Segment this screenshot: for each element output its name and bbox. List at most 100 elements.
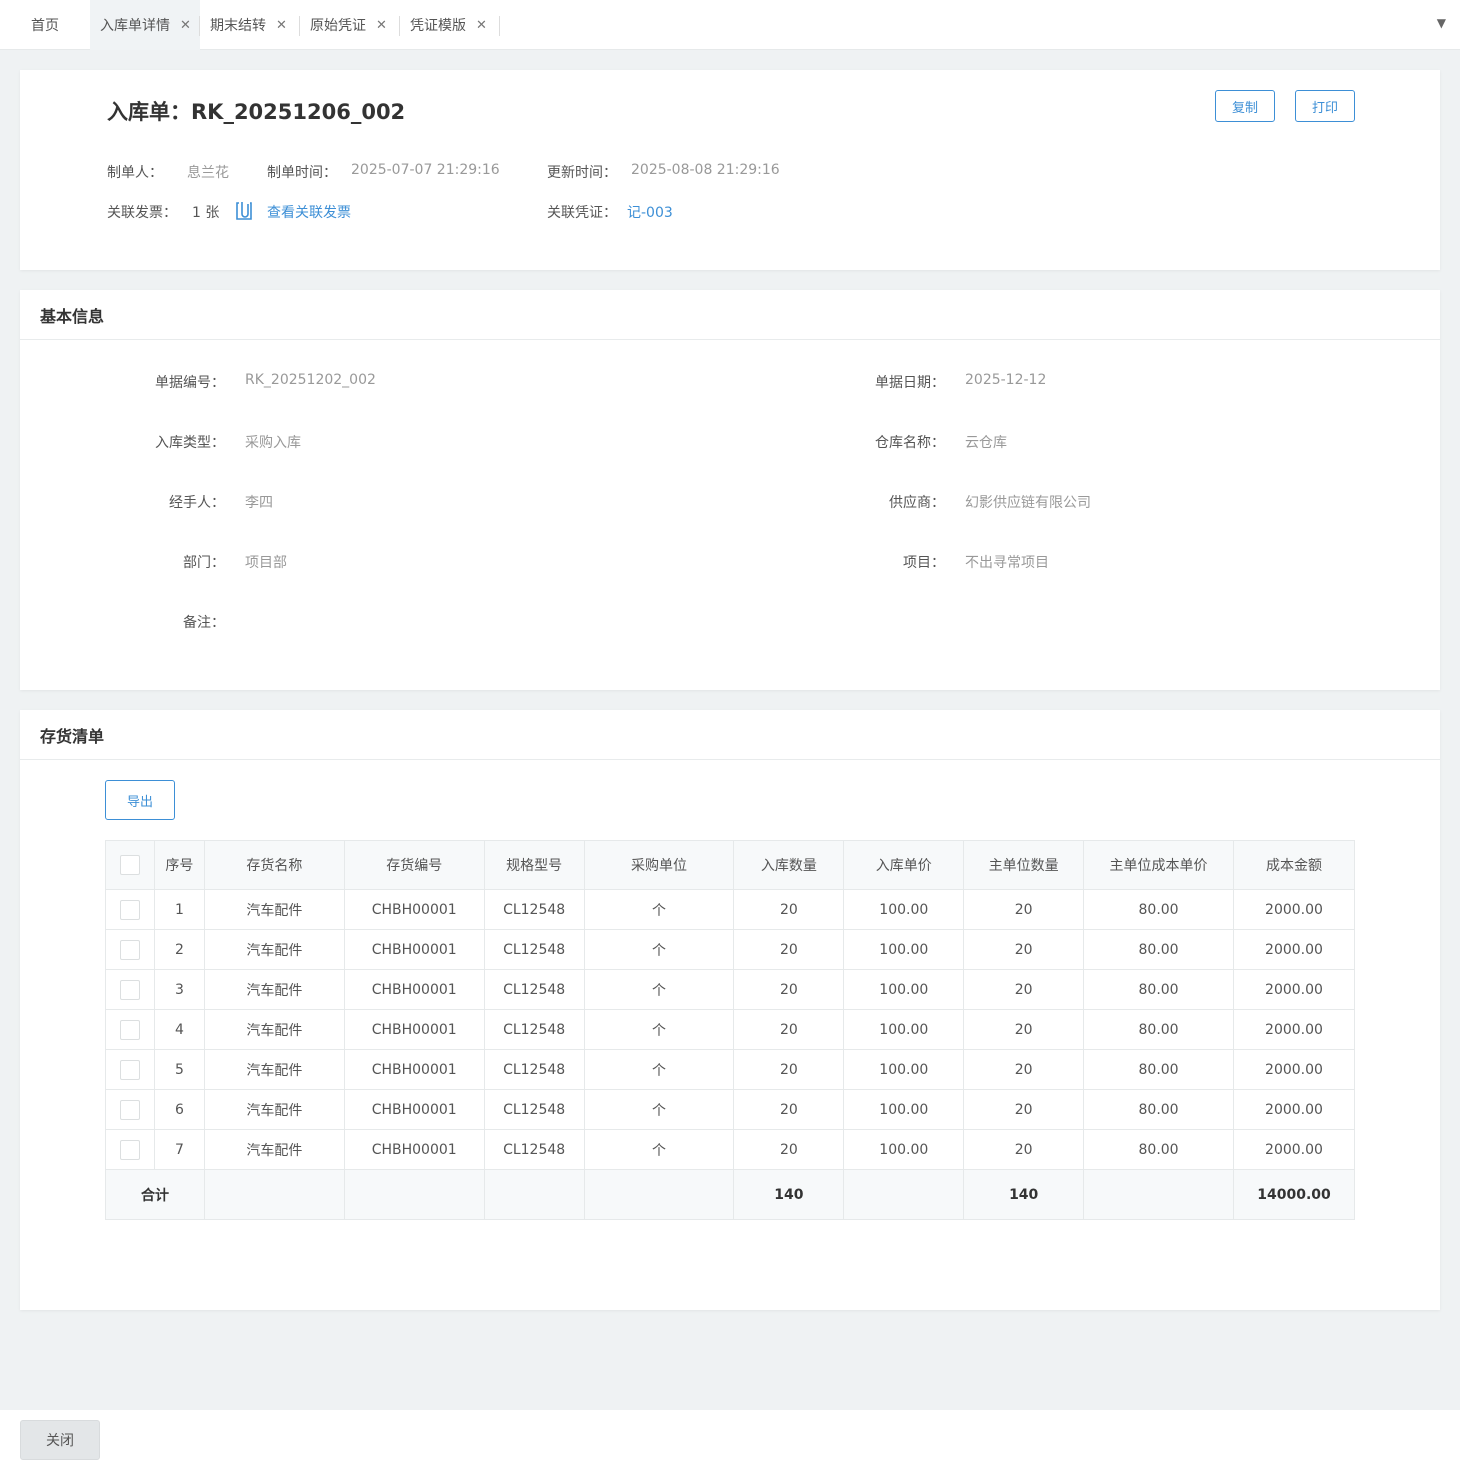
table-cell: 2000.00 [1232,1049,1356,1090]
table-cell: 2000.00 [1232,1089,1356,1130]
table-cell: CL12548 [483,1129,585,1170]
row-select-cell[interactable] [105,1089,155,1130]
row-select-cell[interactable] [105,1129,155,1170]
row-select-cell[interactable] [105,1009,155,1050]
table-row[interactable]: 3 汽车配件 CHBH00001 CL12548 个 20 100.00 20 80.00 200… [105,969,1356,1010]
project-label: 项目： [903,555,945,571]
row-select-cell[interactable] [105,1049,155,1090]
row-select-cell[interactable] [105,889,155,930]
tab-label: 原始凭证 [310,18,366,34]
updated-time-value: 2025-08-08 21:29:16 [631,162,780,178]
table-row[interactable]: 7 汽车配件 CHBH00001 CL12548 个 20 100.00 20 80.00 200… [105,1129,1356,1170]
total-in-qty: 140 [733,1169,845,1220]
table-cell: 20 [963,889,1085,930]
table-cell [343,1169,485,1220]
tab-label: 首页 [31,18,59,34]
tab-label: 凭证模版 [410,18,466,34]
footer-bar: 关闭 [0,1410,1460,1470]
print-button[interactable]: 打印 [1295,90,1355,122]
row-select-cell[interactable] [105,929,155,970]
table-cell: CHBH00001 [343,1129,485,1170]
table-row[interactable]: 1 汽车配件 CHBH00001 CL12548 个 20 100.00 20 80.00 200… [105,889,1356,930]
table-row[interactable]: 6 汽车配件 CHBH00001 CL12548 个 20 100.00 20 80.00 200… [105,1089,1356,1130]
doc-date-value: 2025-12-12 [965,372,1047,388]
row-checkbox[interactable] [119,1059,140,1080]
column-header: 规格型号 [483,840,585,890]
total-amount: 14000.00 [1232,1169,1356,1220]
handler-label: 经手人： [169,495,225,511]
invoice-count: 1 张 [192,205,220,221]
tab-label: 入库单详情 [100,18,170,34]
table-total-row: 合计 140 140 14000.00 [105,1169,1356,1220]
table-cell: 20 [733,1089,845,1130]
table-cell: 100.00 [843,929,965,970]
tab-divider [499,16,500,36]
tab-period-end[interactable]: 期末结转 ✕ [200,0,300,50]
table-cell: 80.00 [1083,889,1234,930]
doc-no-label: 单据编号： [155,375,225,391]
table-cell: CHBH00001 [343,889,485,930]
table-cell: 100.00 [843,889,965,930]
table-cell: 个 [583,1049,735,1090]
table-cell: CL12548 [483,1049,585,1090]
table-cell: 个 [583,1009,735,1050]
total-main-qty: 140 [963,1169,1085,1220]
warehouse-label: 仓库名称： [875,435,945,451]
tab-home[interactable]: 首页 [0,0,90,50]
table-cell: 2000.00 [1232,969,1356,1010]
row-checkbox[interactable] [119,899,140,920]
in-type-value: 采购入库 [245,435,301,451]
creator-label: 制单人： [107,165,163,181]
table-cell: CL12548 [483,969,585,1010]
select-all-checkbox[interactable] [119,855,140,875]
tab-original-voucher[interactable]: 原始凭证 ✕ [300,0,400,50]
table-row[interactable]: 4 汽车配件 CHBH00001 CL12548 个 20 100.00 20 80.00 200… [105,1009,1356,1050]
table-cell: 20 [963,929,1085,970]
table-cell: 5 [153,1049,205,1090]
supplier-value: 幻影供应链有限公司 [965,495,1091,511]
row-checkbox[interactable] [119,1099,140,1120]
row-checkbox[interactable] [119,939,140,960]
created-time-value: 2025-07-07 21:29:16 [351,162,500,178]
table-cell: 20 [733,1009,845,1050]
voucher-link[interactable]: 记-003 [627,202,673,222]
doc-no-value: RK_20251202_002 [245,372,376,388]
row-checkbox[interactable] [119,1139,140,1160]
row-checkbox[interactable] [119,1019,140,1040]
handler-value: 李四 [245,495,273,511]
export-button[interactable]: 导出 [105,780,175,820]
view-invoice-link[interactable]: 查看关联发票 [267,202,351,222]
copy-button[interactable]: 复制 [1215,90,1275,122]
table-cell: 3 [153,969,205,1010]
table-row[interactable]: 2 汽车配件 CHBH00001 CL12548 个 20 100.00 20 80.00 200… [105,929,1356,970]
table-cell: CL12548 [483,1009,585,1050]
table-cell: 80.00 [1083,969,1234,1010]
column-header: 入库数量 [733,840,845,890]
table-cell: 80.00 [1083,1009,1234,1050]
table-cell: CHBH00001 [343,1009,485,1050]
table-row[interactable]: 5 汽车配件 CHBH00001 CL12548 个 20 100.00 20 80.00 200… [105,1049,1356,1090]
tab-voucher-template[interactable]: 凭证模版 ✕ [400,0,500,50]
table-cell: 20 [963,1049,1085,1090]
table-cell: 汽车配件 [203,969,345,1010]
table-cell: 100.00 [843,969,965,1010]
close-button[interactable]: 关闭 [20,1420,100,1460]
table-cell: 100.00 [843,1049,965,1090]
table-cell: 20 [963,1089,1085,1130]
tab-dropdown-icon[interactable]: ▼ [1437,16,1446,30]
close-icon[interactable]: ✕ [476,18,487,33]
in-type-label: 入库类型： [155,435,225,451]
tab-inbound-detail[interactable]: 入库单详情 ✕ [90,0,200,50]
table-cell: 80.00 [1083,929,1234,970]
select-all-cell[interactable] [105,840,155,890]
close-icon[interactable]: ✕ [376,18,387,33]
row-checkbox[interactable] [119,979,140,1000]
close-icon[interactable]: ✕ [276,18,287,33]
invoice-label: 关联发票： [107,205,177,221]
table-cell: 20 [733,1129,845,1170]
table-cell: CHBH00001 [343,1089,485,1130]
attachment-icon[interactable] [235,199,255,225]
table-cell [583,1169,735,1220]
row-select-cell[interactable] [105,969,155,1010]
close-icon[interactable]: ✕ [180,18,191,33]
